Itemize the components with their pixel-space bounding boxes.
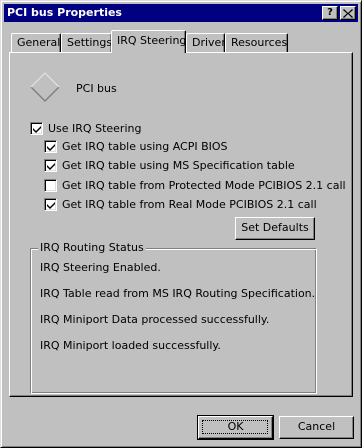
checkbox-box (44, 159, 57, 172)
checkbox-box (44, 198, 57, 211)
checkmark-icon (47, 144, 55, 151)
tab-resources[interactable]: Resources (225, 33, 288, 52)
tab-label: Driver (192, 36, 226, 49)
device-name: PCI bus (76, 82, 117, 95)
cancel-button[interactable]: Cancel (279, 416, 354, 439)
irq-steering-page: PCI bus Use IRQ Steering Get IRQ table u… (9, 52, 353, 397)
properties-dialog: PCI bus Properties ? General Settings IR… (0, 0, 362, 448)
close-icon (343, 9, 353, 18)
status-line: IRQ Miniport loaded successfully. (40, 339, 221, 352)
protected-mode-checkbox[interactable]: Get IRQ table from Protected Mode PCIBIO… (44, 179, 346, 193)
irq-routing-status-group: IRQ Routing Status IRQ Steering Enabled.… (30, 241, 317, 394)
group-title: IRQ Routing Status (38, 241, 146, 254)
checkbox-box (44, 140, 57, 153)
checkmark-icon (47, 163, 55, 170)
checkbox-label: Get IRQ table from Real Mode PCIBIOS 2.1… (62, 198, 317, 211)
use-irq-steering-checkbox[interactable]: Use IRQ Steering (30, 122, 230, 136)
ok-button[interactable]: OK (197, 415, 274, 440)
checkmark-icon (47, 202, 55, 209)
tab-label: General (17, 36, 61, 49)
tab-label: Resources (231, 36, 288, 49)
checkbox-label: Get IRQ table using MS Specification tab… (62, 159, 295, 172)
status-line: IRQ Steering Enabled. (40, 261, 161, 274)
status-line: IRQ Miniport Data processed successfully… (40, 313, 270, 326)
checkbox-label: Get IRQ table from Protected Mode PCIBIO… (62, 179, 346, 192)
ms-spec-checkbox[interactable]: Get IRQ table using MS Specification tab… (44, 159, 334, 173)
close-button[interactable] (340, 6, 356, 20)
acpi-bios-checkbox[interactable]: Get IRQ table using ACPI BIOS (44, 140, 304, 154)
tab-driver[interactable]: Driver (186, 33, 226, 52)
pci-bus-diamond-icon (30, 72, 60, 102)
real-mode-checkbox[interactable]: Get IRQ table from Real Mode PCIBIOS 2.1… (44, 198, 344, 212)
window-title: PCI bus Properties (7, 6, 122, 19)
checkmark-icon (33, 126, 41, 133)
tab-irq-steering[interactable]: IRQ Steering (111, 30, 186, 53)
tab-label: IRQ Steering (117, 34, 187, 47)
focus-indicator (202, 420, 268, 434)
set-defaults-button[interactable]: Set Defaults (235, 217, 315, 240)
title-bar[interactable]: PCI bus Properties ? (4, 4, 358, 22)
help-button[interactable]: ? (322, 6, 338, 20)
checkbox-label: Get IRQ table using ACPI BIOS (62, 140, 228, 153)
tab-label: Settings (67, 36, 113, 49)
tab-settings[interactable]: Settings (61, 33, 112, 52)
cancel-label: Cancel (297, 420, 336, 433)
checkbox-box (30, 122, 43, 135)
checkbox-box (44, 179, 57, 192)
checkbox-label: Use IRQ Steering (48, 122, 142, 135)
status-line: IRQ Table read from MS IRQ Routing Speci… (40, 287, 316, 300)
tab-general[interactable]: General (11, 33, 61, 52)
